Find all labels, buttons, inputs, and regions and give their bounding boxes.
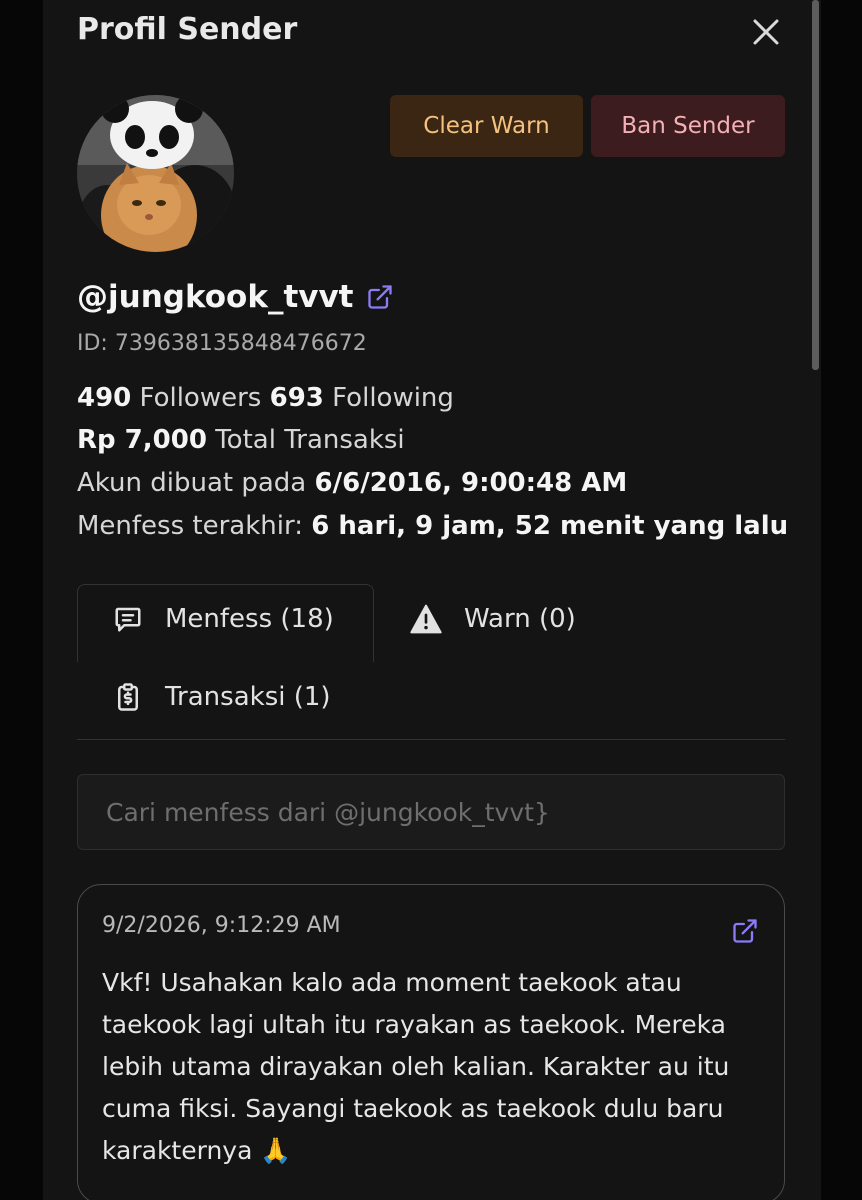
created-label: Akun dibuat pada — [77, 468, 307, 498]
tab-warn[interactable]: Warn (0) — [410, 604, 576, 634]
warning-triangle-icon — [410, 604, 442, 634]
tab-menfess[interactable]: Menfess (18) — [113, 604, 334, 634]
external-link-icon — [733, 919, 757, 943]
modal-title: Profil Sender — [77, 12, 298, 47]
menfess-card: 9/2/2026, 9:12:29 AM Vkf! Usahakan kalo … — [77, 884, 785, 1200]
created-value: 6/6/2016, 9:00:48 AM — [314, 468, 628, 498]
external-link-icon[interactable] — [366, 283, 394, 311]
following-count: 693 — [269, 383, 324, 413]
menfess-open-link[interactable] — [731, 917, 759, 945]
sender-profile-modal: Profil Sender Clear Warn Ban Sender @jun… — [43, 0, 821, 1200]
follow-stats: 490 Followers 693 Following — [77, 383, 454, 413]
total-amount: Rp 7,000 — [77, 425, 207, 455]
receipt-dollar-icon — [118, 683, 138, 711]
username-row: @jungkook_tvvt — [77, 279, 394, 315]
menfess-text: Vkf! Usahakan kalo ada moment taekook at… — [102, 968, 730, 1165]
tab-menfess-label: Menfess (18) — [165, 604, 334, 634]
chat-bubble-icon — [115, 607, 141, 632]
total-label: Total Transaksi — [215, 425, 405, 455]
followers-count: 490 — [77, 383, 132, 413]
transaction-total: Rp 7,000 Total Transaksi — [77, 425, 405, 455]
search-box — [77, 774, 785, 850]
tab-warn-label: Warn (0) — [464, 604, 576, 634]
tab-transaksi-label: Transaksi (1) — [165, 682, 331, 712]
username: @jungkook_tvvt — [77, 279, 354, 315]
user-id: ID: 739638135848476672 — [77, 331, 367, 356]
followers-label: Followers — [139, 383, 262, 413]
menfess-timestamp: 9/2/2026, 9:12:29 AM — [102, 913, 341, 938]
last-value: 6 hari, 9 jam, 52 menit yang lalu — [311, 511, 789, 541]
scrollbar-thumb[interactable] — [812, 0, 819, 370]
close-button[interactable] — [751, 17, 781, 47]
account-created: Akun dibuat pada 6/6/2016, 9:00:48 AM — [77, 468, 627, 498]
ban-sender-button[interactable]: Ban Sender — [591, 95, 785, 157]
tabs-divider — [77, 739, 785, 740]
avatar — [77, 95, 234, 252]
search-input[interactable] — [104, 775, 774, 849]
last-label: Menfess terakhir: — [77, 511, 303, 541]
clear-warn-button[interactable]: Clear Warn — [390, 95, 583, 157]
last-menfess: Menfess terakhir: 6 hari, 9 jam, 52 meni… — [77, 511, 788, 541]
close-icon — [753, 19, 779, 45]
avatar-image — [77, 95, 234, 252]
following-label: Following — [332, 383, 454, 413]
tab-transaksi[interactable]: Transaksi (1) — [113, 682, 331, 712]
